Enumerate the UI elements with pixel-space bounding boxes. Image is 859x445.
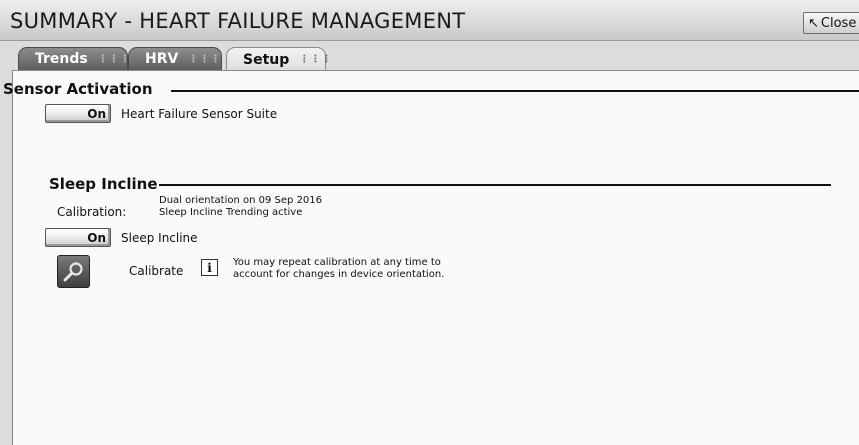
tab-label: HRV [145,51,179,67]
window-title: SUMMARY - HEART FAILURE MANAGEMENT [10,9,466,33]
calibration-status-line: Dual orientation on 09 Sep 2016 [159,195,323,206]
toggle-label: On [87,230,106,245]
info-text-line: You may repeat calibration at any time t… [233,257,441,268]
summary-window: SUMMARY - HEART FAILURE MANAGEMENT ↖ Clo… [0,0,859,445]
toggle-label: On [87,106,106,121]
heart-failure-sensor-toggle[interactable]: On [45,104,111,123]
sleep-incline-label: Sleep Incline [121,231,198,245]
tab-grip-icon: ⋮⋮⋮ [299,54,333,65]
close-button[interactable]: ↖ Close [803,12,859,34]
tab-grip-icon: ⋮⋮⋮ [97,53,131,65]
heart-failure-sensor-label: Heart Failure Sensor Suite [121,107,278,121]
calibrate-label: Calibrate [129,264,184,278]
info-text-line: account for changes in device orientatio… [233,269,445,280]
calibrate-button[interactable] [57,255,90,288]
sensor-activation-heading: Sensor Activation [3,80,153,98]
cursor-arrow-icon: ↖ [808,15,819,31]
tab-trends[interactable]: Trends ⋮⋮⋮ [18,47,131,71]
tab-setup[interactable]: Setup ⋮⋮⋮ [226,47,331,71]
setup-panel: Sensor Activation On Heart Failure Senso… [3,70,859,445]
title-bar: SUMMARY - HEART FAILURE MANAGEMENT ↖ Clo… [0,0,859,41]
tab-grip-icon: ⋮⋮⋮ [188,53,222,65]
sleep-incline-heading: Sleep Incline [49,175,158,193]
sleep-incline-toggle[interactable]: On [45,228,111,247]
tab-label: Trends [35,51,88,67]
calibration-label: Calibration: [57,205,127,219]
tab-hrv[interactable]: HRV ⋮⋮⋮ [128,47,222,71]
magnifier-icon [63,261,83,281]
tab-label: Setup [243,51,290,68]
calibration-status-line: Sleep Incline Trending active [159,207,303,218]
section-divider [171,90,859,92]
close-label: Close [820,15,857,31]
tab-bar: Trends ⋮⋮⋮ HRV ⋮⋮⋮ Setup ⋮⋮⋮ [0,40,859,72]
section-divider [159,184,831,186]
info-icon: i [201,259,218,276]
